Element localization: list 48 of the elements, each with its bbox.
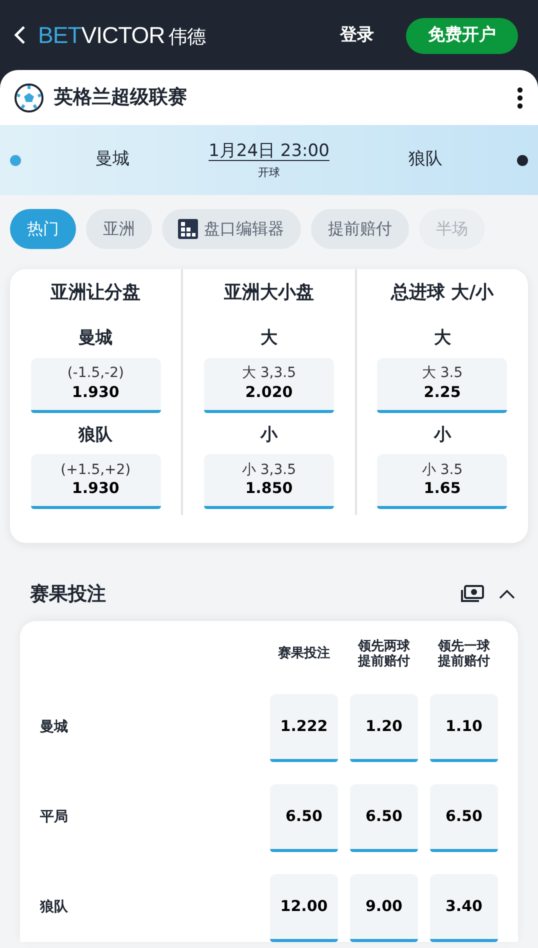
league-title: 英格兰超级联赛 — [54, 85, 188, 110]
odds-button[interactable]: 9.00 — [350, 874, 418, 942]
outcome-label: 大 — [434, 327, 451, 350]
section-title: 赛果投注 — [30, 582, 107, 607]
odds-button[interactable]: 1.222 — [270, 694, 338, 762]
market-title: 亚洲大小盘 — [224, 281, 314, 305]
cash-icon[interactable] — [460, 585, 484, 604]
team-name[interactable]: 曼城 — [96, 149, 130, 170]
column-header: 领先两球 提前赔付 — [356, 638, 411, 670]
signup-button[interactable]: 免费开户 — [406, 18, 518, 54]
odds-button[interactable]: 1.20 — [350, 694, 418, 762]
outcome-label: 狼队 — [78, 424, 113, 446]
odds-button[interactable]: 小 3.5 1.65 — [377, 454, 508, 509]
more-menu-icon[interactable] — [516, 86, 524, 108]
soccer-ball-icon — [14, 82, 44, 112]
odds-button[interactable]: 6.50 — [430, 784, 498, 852]
odds-button[interactable]: 1.10 — [430, 694, 498, 762]
outcome-label: 小 — [260, 424, 278, 446]
login-button[interactable]: 登录 — [340, 14, 374, 56]
odds-button[interactable]: (+1.5,+2) 1.930 — [30, 454, 161, 509]
filter-tab[interactable]: 提前赔付 — [311, 209, 409, 249]
team-name[interactable]: 狼队 — [408, 149, 442, 170]
kickoff-label: 开球 — [257, 164, 281, 180]
kickoff-time[interactable]: 1月24日 23:00 — [204, 139, 334, 164]
outcome-label: 曼城 — [78, 327, 113, 350]
column-header: 赛果投注 — [277, 646, 331, 662]
outcome-label: 大 — [260, 327, 278, 350]
filter-tab[interactable]: 亚洲 — [86, 209, 152, 249]
column-header: 领先一球 提前赔付 — [436, 638, 491, 670]
outcome-name: 狼队 — [40, 899, 68, 916]
odds-button[interactable]: 6.50 — [270, 784, 338, 852]
outcome-label: 小 — [434, 424, 451, 446]
odds-button[interactable]: 3.40 — [430, 874, 498, 942]
odds-button[interactable]: 大 3,3.5 2.020 — [204, 358, 334, 412]
market-title: 亚洲让分盘 — [50, 281, 141, 305]
filter-tab[interactable]: 盘口编辑器 — [162, 209, 301, 249]
market-title: 总进球 大/小 — [390, 281, 494, 305]
odds-button[interactable]: (-1.5,-2) 1.930 — [30, 358, 161, 412]
odds-button[interactable]: 12.00 — [270, 874, 338, 942]
grid-icon — [178, 219, 198, 239]
brand-logo[interactable]: BETVICTOR 伟德 — [38, 14, 206, 59]
odds-button[interactable]: 小 3,3.5 1.850 — [204, 454, 334, 509]
back-icon[interactable] — [14, 25, 26, 45]
outcome-name: 曼城 — [40, 719, 68, 736]
odds-button[interactable]: 大 3.5 2.25 — [377, 358, 508, 412]
collapse-icon[interactable] — [498, 588, 516, 600]
odds-button[interactable]: 6.50 — [350, 784, 418, 852]
outcome-name: 平局 — [40, 809, 68, 826]
